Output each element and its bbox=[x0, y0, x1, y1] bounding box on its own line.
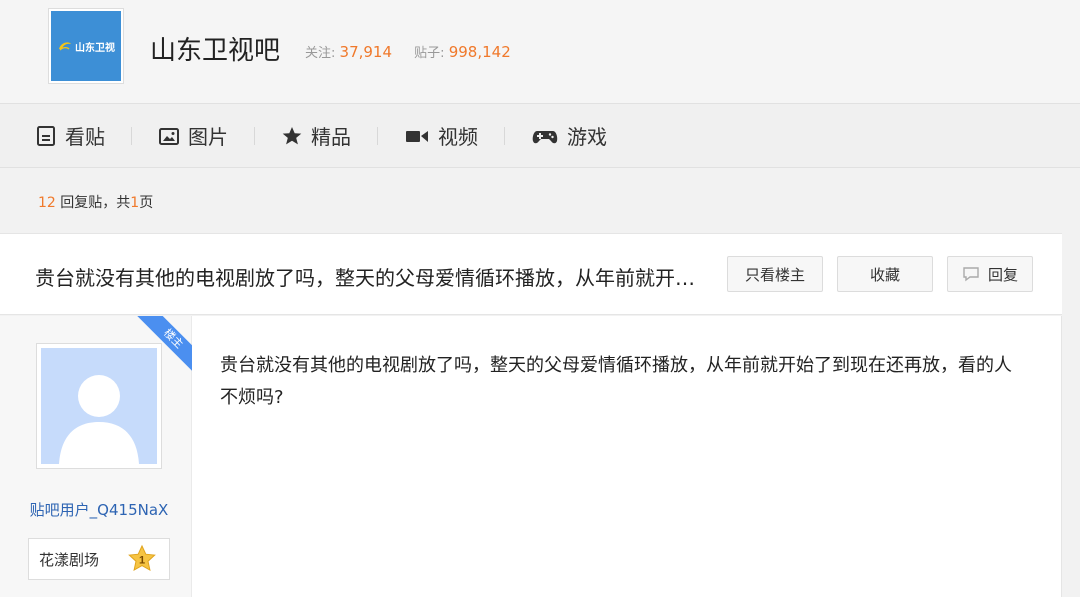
favorite-label: 收藏 bbox=[869, 265, 900, 284]
star-icon bbox=[282, 126, 302, 144]
forum-nav: 看贴 图片 精品 视频 游戏 bbox=[0, 104, 1080, 168]
page-text: 页 bbox=[139, 195, 154, 211]
post-content: 贵台就没有其他的电视剧放了吗，整天的父母爱情循环播放，从年前就开始了到现在还再放… bbox=[220, 355, 1012, 408]
level-star-icon: 1 bbox=[128, 544, 156, 571]
username-link[interactable]: 贴吧用户_Q415NaX bbox=[0, 499, 198, 520]
image-icon bbox=[159, 127, 179, 145]
level-name: 花漾剧场 bbox=[39, 550, 100, 569]
nav-item-images[interactable]: 图片 bbox=[158, 121, 228, 151]
author-column: 楼主 贴吧用户_Q415NaX 花漾剧场 1 bbox=[0, 316, 192, 597]
favorite-button[interactable]: 收藏 bbox=[837, 256, 933, 292]
forum-header: 山东卫视 山东卫视吧 关注: 37,914 贴子: 998,142 bbox=[0, 0, 1080, 104]
post: 楼主 贴吧用户_Q415NaX 花漾剧场 1 贵台就没有其他的电视剧放了吗，整天… bbox=[0, 316, 1062, 597]
nav-divider bbox=[377, 126, 378, 145]
logo-swirl-icon bbox=[59, 42, 71, 51]
reply-text: 回复贴，共 bbox=[60, 195, 131, 211]
only-op-label: 只看楼主 bbox=[744, 265, 805, 284]
nav-label: 图片 bbox=[188, 125, 228, 149]
nav-divider bbox=[504, 126, 505, 145]
level-badge[interactable]: 花漾剧场 1 bbox=[28, 538, 170, 580]
posts-count: 998,142 bbox=[448, 43, 511, 61]
default-avatar-icon bbox=[59, 375, 139, 464]
forum-name[interactable]: 山东卫视吧 bbox=[150, 30, 280, 67]
gamepad-icon bbox=[532, 130, 558, 143]
nav-divider bbox=[131, 126, 132, 145]
thread-title: 贵台就没有其他的电视剧放了吗，整天的父母爱情循环播放，从年前就开始了到现在还再放… bbox=[35, 266, 700, 290]
comment-icon bbox=[963, 267, 979, 282]
reply-number: 12 bbox=[38, 195, 56, 211]
followers-label: 关注: bbox=[305, 46, 336, 61]
logo-text: 山东卫视 bbox=[75, 42, 115, 54]
page-number: 1 bbox=[130, 195, 140, 211]
video-icon bbox=[406, 130, 428, 142]
nav-label: 视频 bbox=[438, 125, 478, 149]
reply-button[interactable]: 回复 bbox=[947, 256, 1033, 292]
nav-label: 看贴 bbox=[65, 125, 105, 149]
posts-label: 贴子: bbox=[414, 46, 445, 61]
nav-divider bbox=[254, 126, 255, 145]
level-number: 1 bbox=[139, 555, 145, 567]
forum-stats: 关注: 37,914 贴子: 998,142 bbox=[305, 42, 529, 61]
reply-label: 回复 bbox=[987, 265, 1018, 284]
nav-label: 游戏 bbox=[567, 125, 607, 149]
nav-label: 精品 bbox=[311, 125, 351, 149]
nav-item-videos[interactable]: 视频 bbox=[404, 121, 478, 151]
thread-title-bar: 贵台就没有其他的电视剧放了吗，整天的父母爱情循环播放，从年前就开始了到现在还再放… bbox=[0, 233, 1062, 315]
document-icon bbox=[37, 125, 55, 146]
avatar[interactable] bbox=[36, 343, 162, 469]
nav-item-posts[interactable]: 看贴 bbox=[35, 121, 105, 151]
only-op-button[interactable]: 只看楼主 bbox=[727, 256, 823, 292]
nav-item-games[interactable]: 游戏 bbox=[531, 121, 607, 151]
followers-count: 37,914 bbox=[339, 43, 393, 61]
forum-logo[interactable]: 山东卫视 bbox=[48, 8, 124, 84]
nav-item-featured[interactable]: 精品 bbox=[281, 121, 351, 151]
reply-count: 12 回复贴，共1页 bbox=[38, 192, 153, 212]
